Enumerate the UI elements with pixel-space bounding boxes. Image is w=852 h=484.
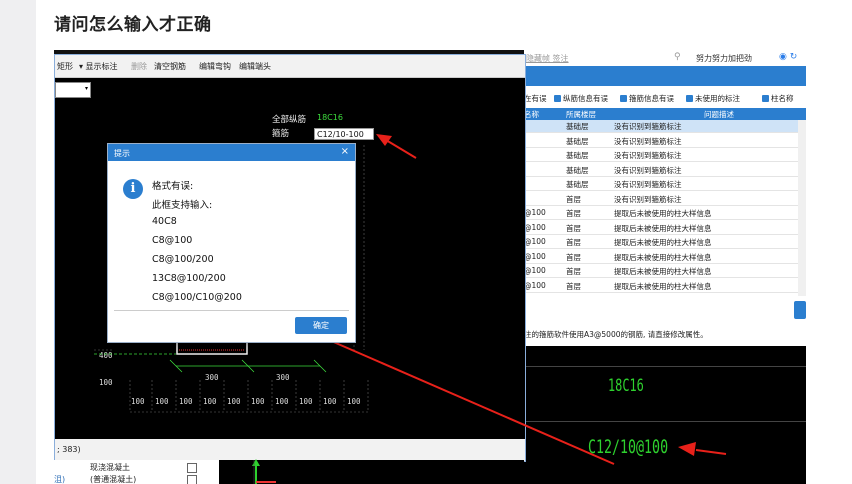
message-dialog: 提示 × i 格式有误: 此框支持输入: 40C8 C8@100 C8@100/200 1… <box>107 143 356 343</box>
dialog-titlebar: 提示 × <box>108 144 355 161</box>
left-gutter <box>0 0 36 484</box>
dialog-divider <box>114 310 349 311</box>
ok-button[interactable]: 确定 <box>295 317 347 334</box>
dialog-text-line: C8@100/C10@200 <box>152 292 242 303</box>
dialog-text-line: 40C8 <box>152 216 177 227</box>
close-icon[interactable]: × <box>341 146 349 157</box>
dialog-text-line: 格式有误: <box>152 181 194 192</box>
dialog-title: 提示 <box>114 149 130 158</box>
info-icon: i <box>123 179 143 199</box>
dialog-text-line: 13C8@100/200 <box>152 273 226 284</box>
dialog-text-line: 此框支持输入: <box>152 200 213 211</box>
screenshot-image: 隐藏帧 签注 ⚲ 努力努力加把劲 ◉ ↻ 在有误 纵筋信息有误 箍筋信息有误 未… <box>54 50 806 484</box>
question-title: 请问怎么输入才正确 <box>54 15 212 35</box>
dialog-text-line: C8@100/200 <box>152 254 214 265</box>
dialog-text-line: C8@100 <box>152 235 193 246</box>
page: 请问怎么输入才正确 隐藏帧 签注 ⚲ 努力努力加把劲 ◉ ↻ 在有误 纵筋信息有… <box>0 0 852 484</box>
